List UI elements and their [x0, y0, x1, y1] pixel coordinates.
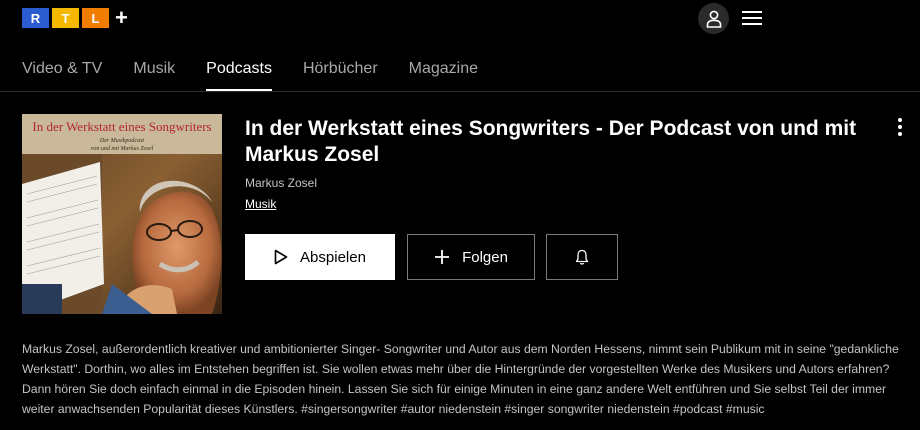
- follow-button[interactable]: Folgen: [407, 234, 535, 280]
- top-bar: R T L +: [0, 0, 920, 36]
- more-options-button[interactable]: [896, 118, 904, 136]
- logo-plus: +: [115, 5, 128, 30]
- tab-hoerbuecher[interactable]: Hörbücher: [303, 50, 378, 90]
- main-navigation: Video & TV Musik Podcasts Hörbücher Maga…: [22, 50, 509, 92]
- tab-magazine[interactable]: Magazine: [409, 50, 478, 90]
- cover-subtitle-line-1: Der Musikpodcast: [99, 138, 145, 144]
- follow-button-label: Folgen: [462, 248, 508, 266]
- notification-button[interactable]: [546, 234, 618, 280]
- plus-icon: [434, 249, 450, 265]
- podcast-cover: In der Werkstatt eines Songwriters Der M…: [22, 114, 222, 314]
- user-account-button[interactable]: [698, 3, 729, 34]
- kebab-dot-icon: [898, 125, 902, 129]
- cover-subtitle-line-2: von und mit Markus Zosel: [90, 146, 154, 152]
- logo-letter-t: T: [52, 8, 79, 28]
- tab-musik[interactable]: Musik: [133, 50, 175, 90]
- podcast-description: Markus Zosel, außerordentlich kreativer …: [22, 342, 899, 416]
- podcast-author[interactable]: Markus Zosel: [245, 176, 317, 190]
- category-link[interactable]: Musik: [245, 197, 276, 211]
- play-button-label: Abspielen: [300, 248, 366, 266]
- tab-video-tv[interactable]: Video & TV: [22, 50, 102, 90]
- cover-title: In der Werkstatt eines Songwriters: [32, 119, 212, 134]
- podcast-title: In der Werkstatt eines Songwriters - Der…: [245, 117, 857, 166]
- hamburger-menu-icon: [742, 11, 762, 25]
- user-icon: [706, 10, 721, 28]
- rtl-plus-logo[interactable]: R T L +: [22, 5, 128, 30]
- kebab-dot-icon: [898, 118, 902, 122]
- nav-divider: [0, 91, 920, 92]
- cover-artwork: [22, 114, 222, 314]
- logo-letter-r: R: [22, 8, 49, 28]
- play-icon: [274, 249, 288, 265]
- tab-podcasts[interactable]: Podcasts: [206, 50, 272, 91]
- play-button[interactable]: Abspielen: [245, 234, 395, 280]
- kebab-dot-icon: [898, 132, 902, 136]
- menu-button[interactable]: [742, 9, 762, 27]
- bell-icon: [575, 249, 589, 265]
- logo-letter-l: L: [82, 8, 109, 28]
